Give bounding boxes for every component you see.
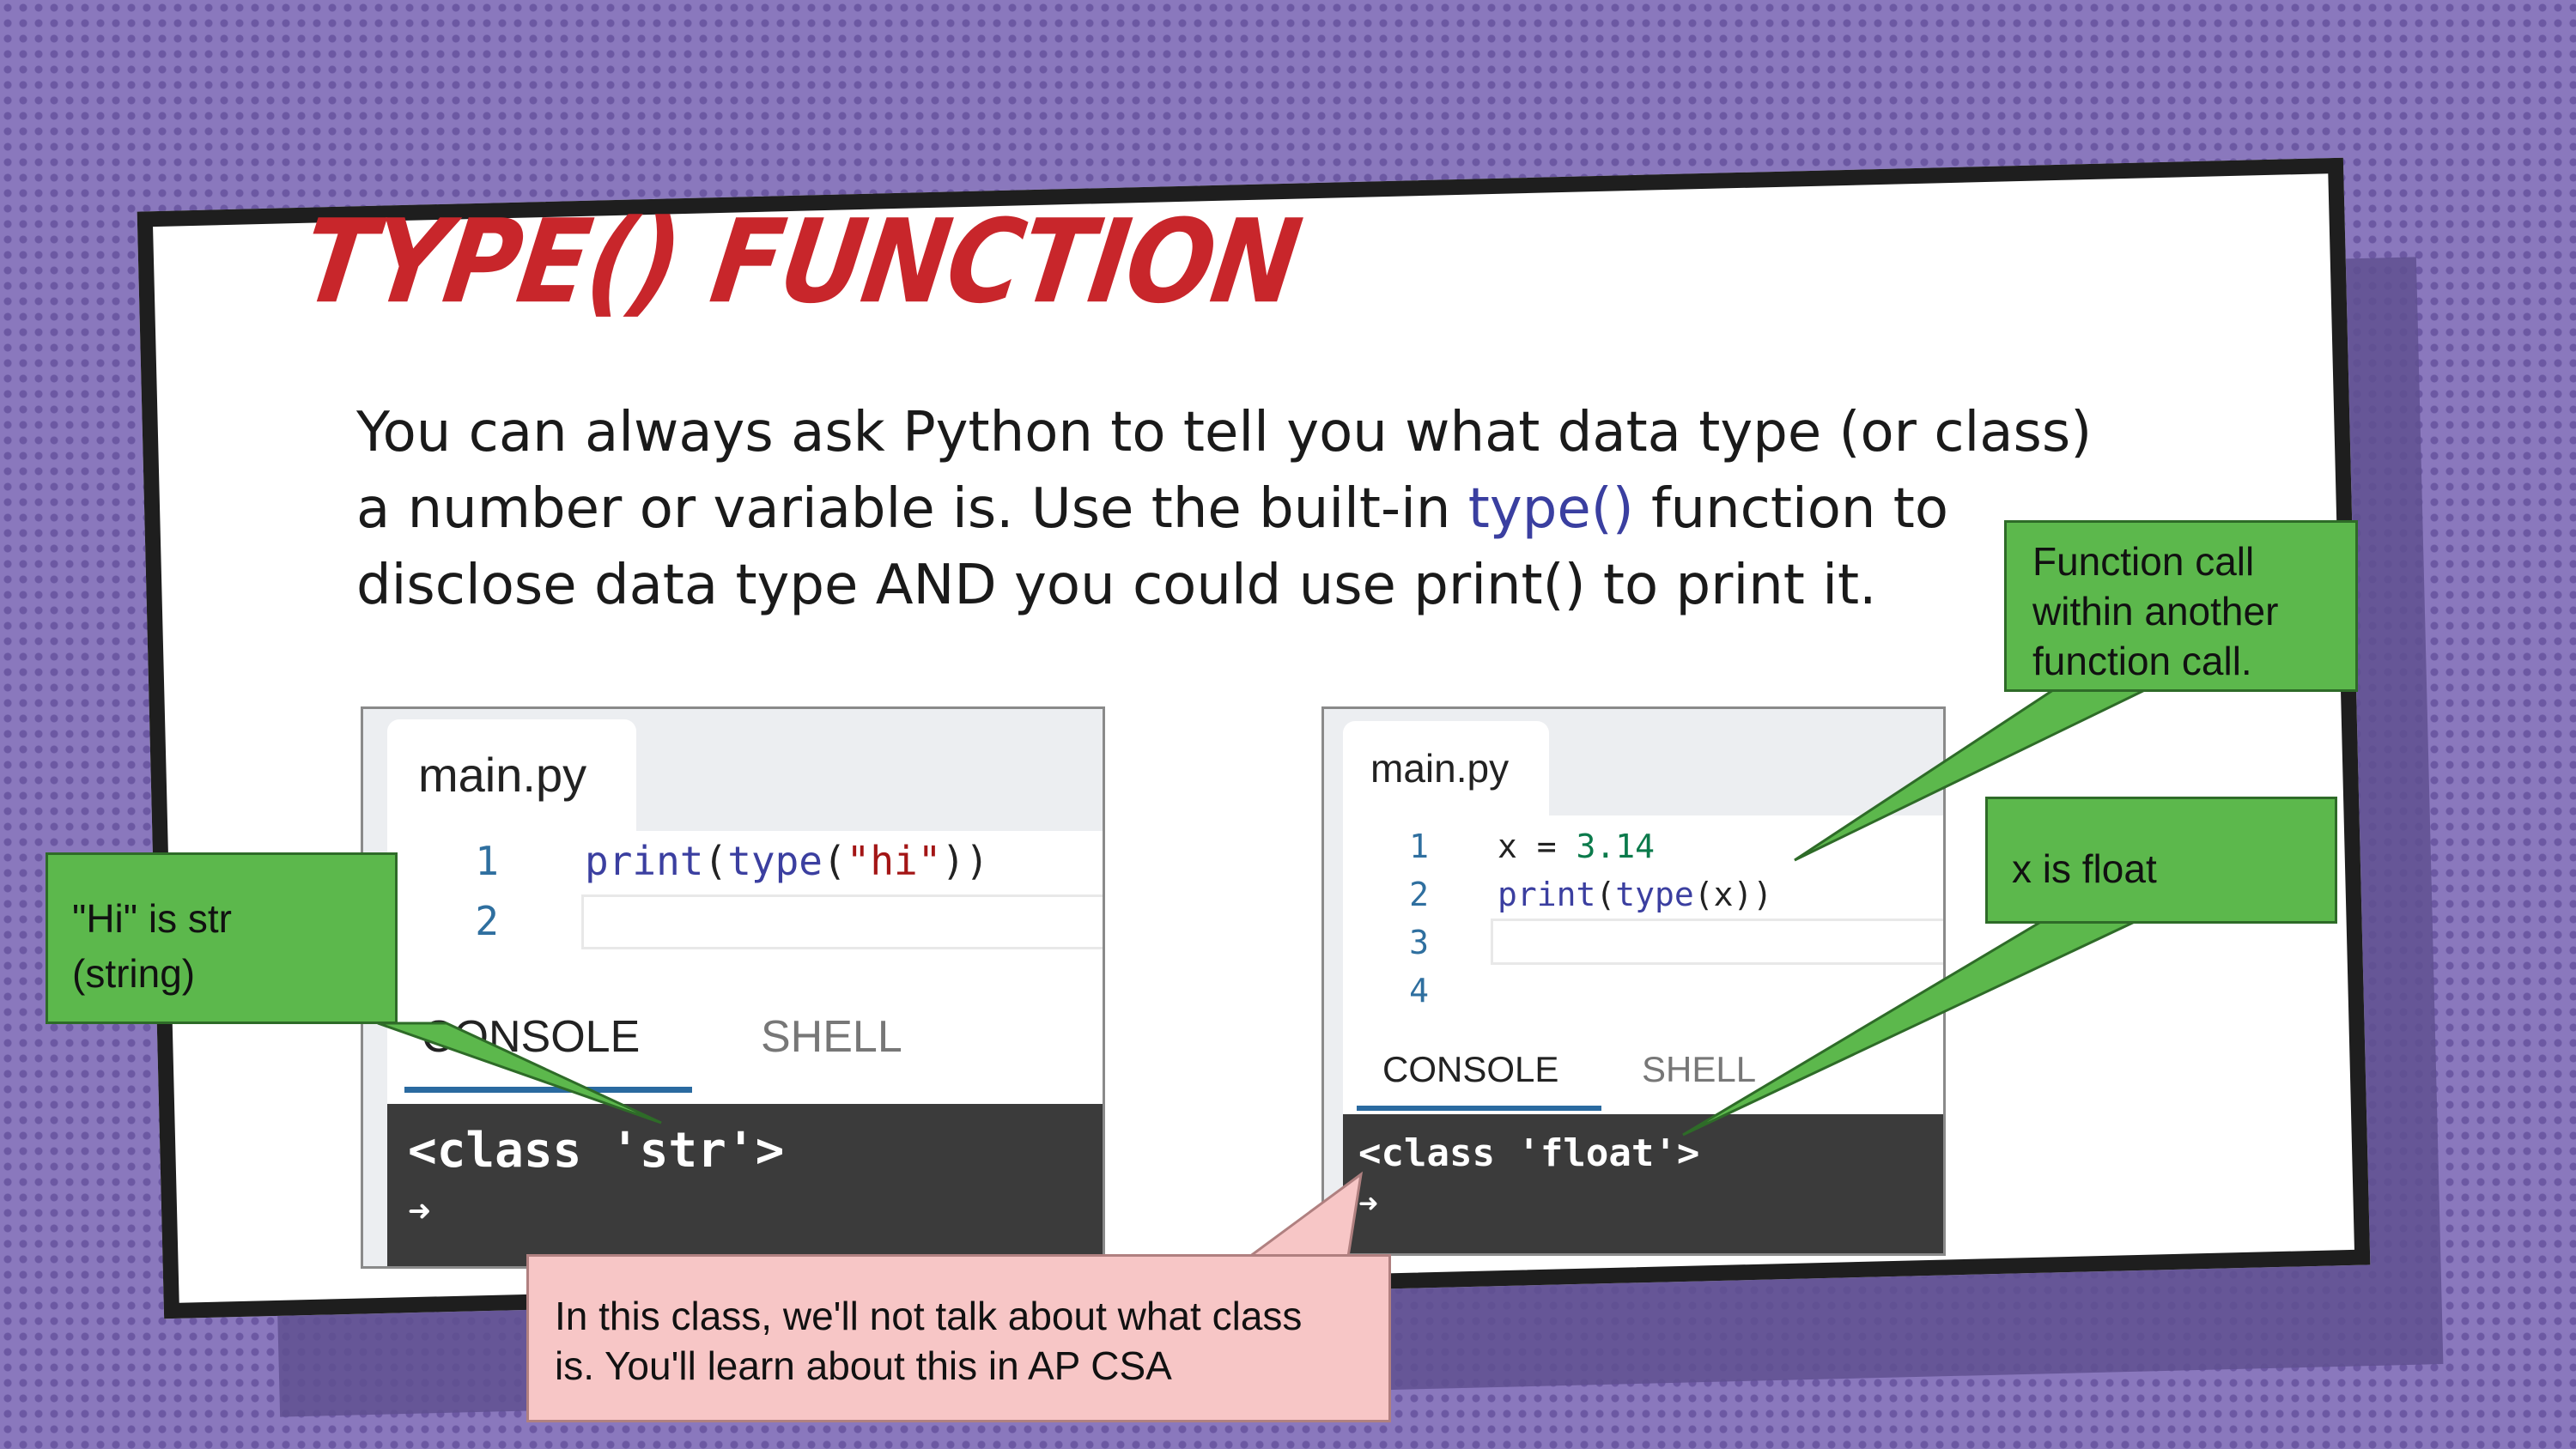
callout-text: within another	[2032, 589, 2279, 634]
float-callout-pointer	[1682, 919, 2139, 1137]
callout-text: is. You'll learn about this in AP CSA	[555, 1343, 1172, 1388]
class-note-pointer	[1245, 1171, 1364, 1258]
nested-call-callout: Function call within another function ca…	[2004, 520, 2358, 692]
callout-text: (string)	[72, 951, 196, 996]
float-callout: x is float	[1985, 797, 2337, 924]
callout-text: function call.	[2032, 639, 2252, 683]
callout-pointers	[377, 683, 2156, 1258]
callout-text: Function call	[2032, 539, 2255, 584]
callout-text: In this class, we'll not talk about what…	[555, 1294, 1303, 1338]
class-note-callout: In this class, we'll not talk about what…	[526, 1254, 1391, 1422]
str-callout-pointer	[377, 1022, 662, 1125]
str-callout: "Hi" is str (string)	[46, 852, 398, 1024]
callout-text: "Hi" is str	[72, 896, 232, 941]
callout-text: x is float	[2012, 846, 2157, 891]
